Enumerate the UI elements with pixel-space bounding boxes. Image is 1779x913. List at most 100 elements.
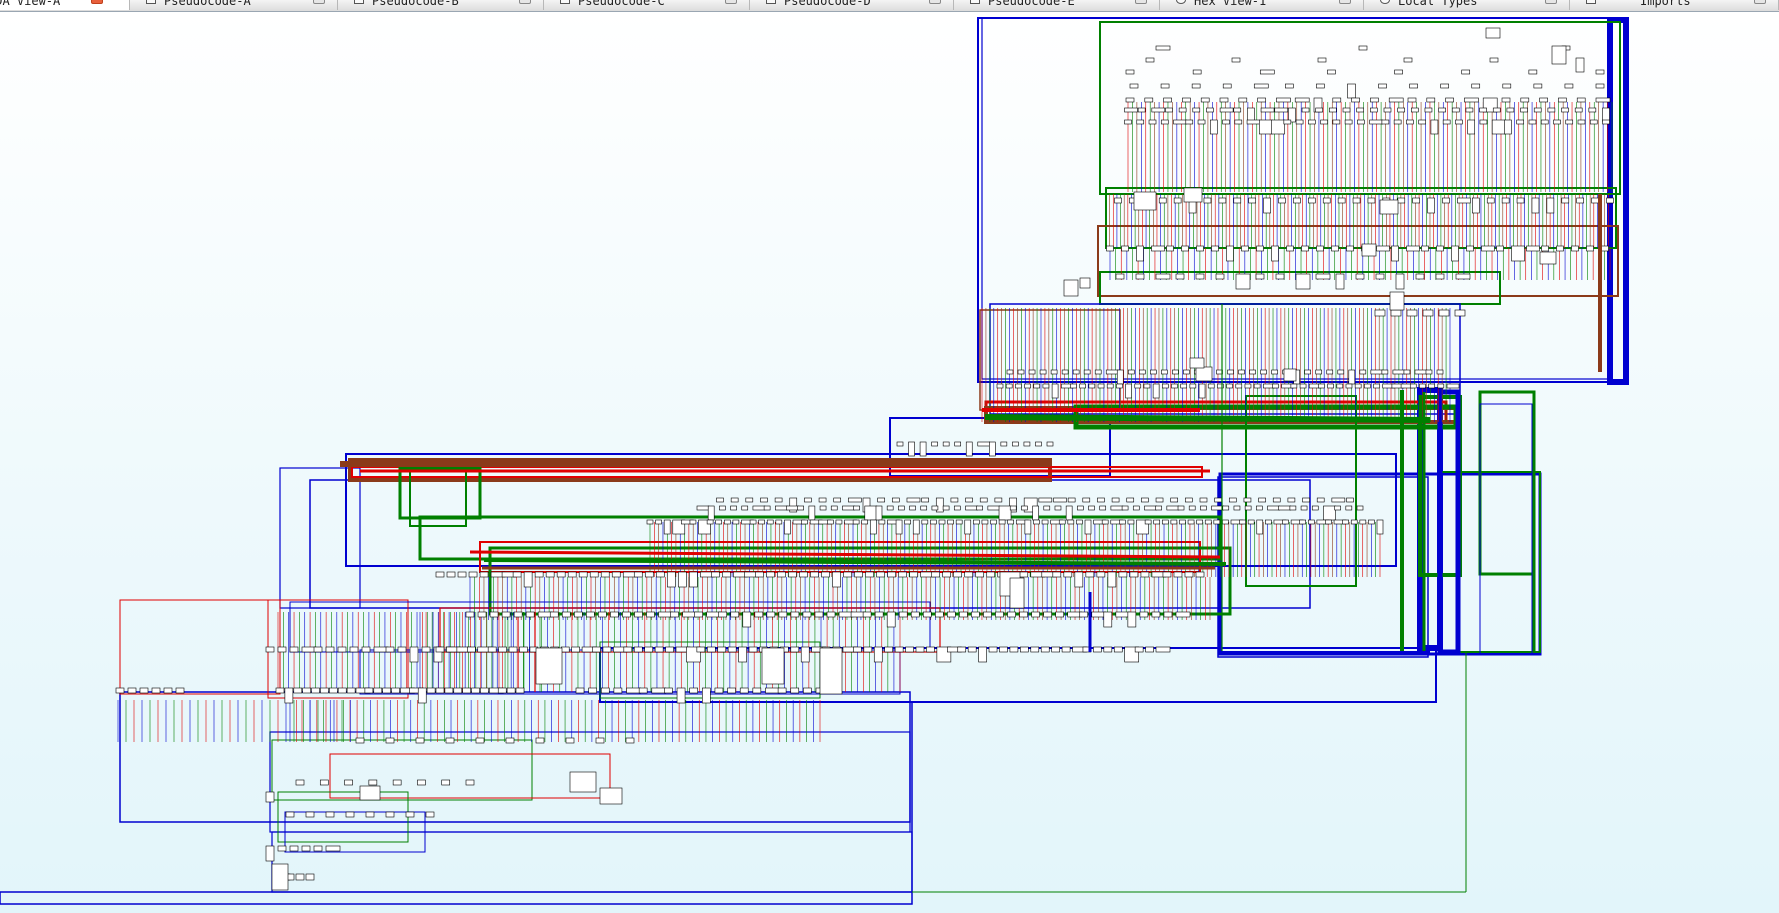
graph-node[interactable] <box>633 571 643 578</box>
graph-node[interactable] <box>1222 519 1229 525</box>
graph-node[interactable] <box>505 737 515 744</box>
graph-node[interactable] <box>1127 369 1135 375</box>
graph-node[interactable] <box>1061 369 1069 375</box>
graph-node[interactable] <box>1058 519 1066 525</box>
graph-node[interactable] <box>1455 273 1471 280</box>
graph-node[interactable] <box>508 646 518 653</box>
graph-node[interactable] <box>1440 83 1449 89</box>
graph-node[interactable] <box>950 497 959 503</box>
graph-node[interactable] <box>852 519 860 525</box>
graph-node[interactable] <box>265 646 275 653</box>
graph-node[interactable] <box>417 779 426 786</box>
graph-node[interactable] <box>1243 497 1252 503</box>
graph-node[interactable] <box>475 737 485 744</box>
graph-node[interactable] <box>1425 369 1433 375</box>
graph-node[interactable] <box>1430 119 1439 135</box>
graph-node[interactable] <box>305 811 315 818</box>
graph-node[interactable] <box>1163 97 1172 103</box>
graph-node[interactable] <box>1315 369 1323 375</box>
graph-node[interactable] <box>1079 277 1091 289</box>
graph-node[interactable] <box>1218 197 1227 204</box>
graph-node[interactable] <box>1005 383 1013 389</box>
graph-node[interactable] <box>361 646 371 653</box>
graph-node[interactable] <box>1393 119 1402 125</box>
graph-node[interactable] <box>1094 369 1102 375</box>
graph-node[interactable] <box>1241 245 1249 252</box>
graph-node[interactable] <box>523 571 533 588</box>
graph-node[interactable] <box>1055 611 1064 618</box>
graph-node[interactable] <box>1327 383 1334 389</box>
graph-node[interactable] <box>446 571 456 578</box>
graph-node[interactable] <box>1099 505 1107 511</box>
graph-node[interactable] <box>1253 383 1261 389</box>
graph-node[interactable] <box>1358 45 1368 51</box>
graph-node[interactable] <box>994 497 1003 503</box>
graph-node[interactable] <box>337 646 347 653</box>
graph-node[interactable] <box>417 687 427 704</box>
graph-node[interactable] <box>364 687 374 694</box>
graph-node[interactable] <box>886 505 894 511</box>
graph-node[interactable] <box>1327 69 1336 75</box>
close-icon[interactable] <box>91 0 103 4</box>
graph-node[interactable] <box>689 687 698 694</box>
graph-node[interactable] <box>1272 383 1279 389</box>
graph-node[interactable] <box>337 687 347 694</box>
graph-node[interactable] <box>752 505 766 511</box>
graph-node[interactable] <box>905 646 914 653</box>
graph-node[interactable] <box>938 519 946 525</box>
graph-node[interactable] <box>513 611 523 618</box>
graph-node[interactable] <box>1352 197 1361 204</box>
graph-node[interactable] <box>1403 57 1413 63</box>
tab-pseudocode-b[interactable]: Pseudocode-B <box>338 0 544 10</box>
graph-node[interactable] <box>1442 197 1450 204</box>
graph-node[interactable] <box>1079 611 1089 618</box>
graph-node[interactable] <box>1166 245 1174 252</box>
graph-node[interactable] <box>1238 369 1245 375</box>
graph-node[interactable] <box>565 737 575 744</box>
graph-node[interactable] <box>305 873 315 881</box>
graph-node[interactable] <box>1356 505 1364 511</box>
graph-node[interactable] <box>714 687 724 694</box>
graph-node[interactable] <box>1391 245 1399 262</box>
graph-node[interactable] <box>1111 497 1120 503</box>
graph-node[interactable] <box>1263 197 1271 214</box>
graph-node[interactable] <box>1428 383 1435 389</box>
graph-node[interactable] <box>1511 245 1525 262</box>
graph-node[interactable] <box>633 646 643 653</box>
graph-node[interactable] <box>415 737 425 744</box>
graph-node[interactable] <box>1334 505 1341 511</box>
graph-node[interactable] <box>786 505 799 511</box>
graph-node[interactable] <box>799 571 808 578</box>
graph-node[interactable] <box>277 646 287 653</box>
graph-node[interactable] <box>1020 646 1029 653</box>
graph-node[interactable] <box>1151 245 1165 252</box>
graph-node[interactable] <box>1492 107 1501 113</box>
graph-node[interactable] <box>349 646 359 653</box>
control-flow-graph[interactable] <box>0 12 1779 913</box>
graph-node[interactable] <box>998 505 1012 521</box>
graph-node[interactable] <box>1141 497 1149 503</box>
graph-node[interactable] <box>622 611 631 618</box>
graph-node[interactable] <box>1228 497 1237 503</box>
graph-node[interactable] <box>1436 245 1444 252</box>
graph-node[interactable] <box>1260 369 1267 375</box>
graph-node[interactable] <box>1528 119 1537 125</box>
graph-node[interactable] <box>1346 245 1354 252</box>
graph-node[interactable] <box>1039 369 1047 375</box>
graph-node[interactable] <box>1486 197 1495 204</box>
graph-node[interactable] <box>1295 119 1304 125</box>
graph-node[interactable] <box>397 646 407 653</box>
graph-node[interactable] <box>1547 107 1556 113</box>
graph-node[interactable] <box>1397 107 1405 113</box>
graph-node[interactable] <box>392 779 402 786</box>
graph-node[interactable] <box>1342 107 1351 113</box>
graph-node[interactable] <box>887 571 896 578</box>
graph-node[interactable] <box>1134 646 1144 653</box>
graph-node[interactable] <box>1077 505 1084 511</box>
graph-node[interactable] <box>319 779 329 786</box>
graph-node[interactable] <box>832 571 841 588</box>
graph-node[interactable] <box>1501 197 1510 204</box>
graph-node[interactable] <box>1575 57 1585 73</box>
graph-node[interactable] <box>600 571 610 578</box>
graph-node[interactable] <box>1606 197 1614 204</box>
